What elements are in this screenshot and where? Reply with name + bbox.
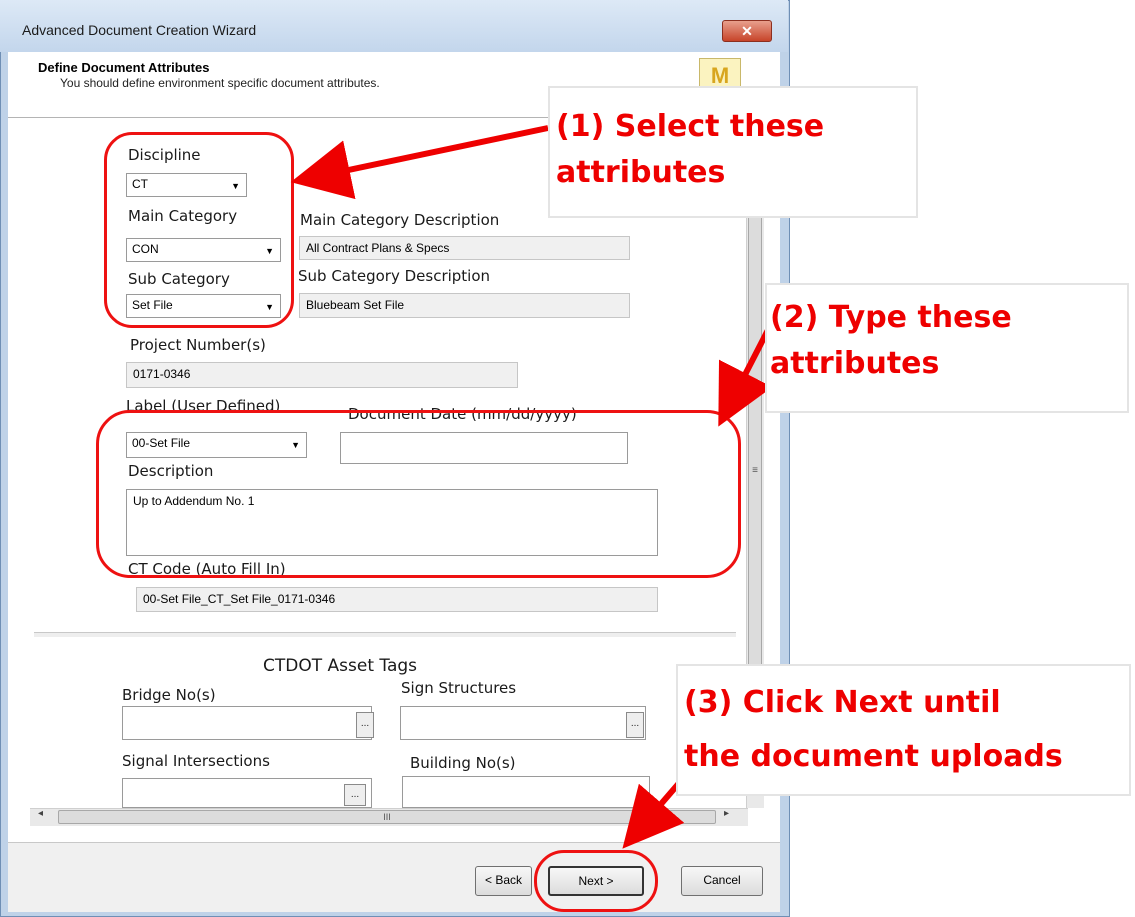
arrow-to-select-fields	[290, 125, 549, 200]
callout-step2-line2: attributes	[770, 346, 940, 381]
callout-step2-line1: (2) Type these	[770, 300, 1012, 335]
callout-step1-line2: attributes	[556, 155, 726, 190]
callout-step3-line1: (3) Click Next until	[684, 685, 1001, 720]
arrow-to-next-button	[622, 780, 685, 849]
callout-step1-line1: (1) Select these	[556, 109, 825, 144]
callout-step3-line2: the document uploads	[684, 739, 1063, 774]
